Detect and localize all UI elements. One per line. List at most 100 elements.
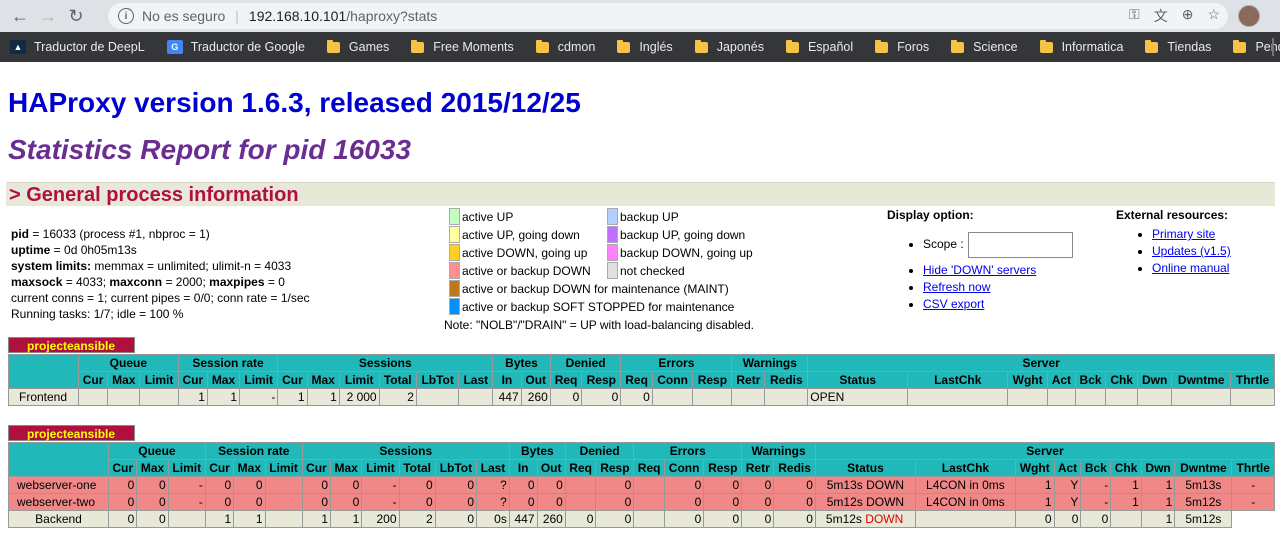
folder-icon [1145, 39, 1159, 53]
table-cell: 2 [398, 510, 436, 528]
table-cell [77, 388, 109, 406]
bookmark-folder[interactable]: Español [785, 39, 853, 54]
table-cell [139, 388, 179, 406]
folder-icon [1039, 39, 1053, 53]
primary-site-link[interactable]: Primary site [1152, 227, 1215, 241]
name-header [8, 354, 79, 389]
table-cell [564, 493, 597, 511]
back-icon[interactable]: ← [6, 2, 34, 30]
table-cell: 0 [581, 388, 622, 406]
table-cell: - [1231, 493, 1275, 511]
column-header: Conn [663, 459, 705, 477]
column-header: Bck [1080, 459, 1112, 477]
info-icon[interactable]: i [118, 8, 134, 24]
bookmark-folder[interactable]: Tiendas [1145, 39, 1211, 54]
column-header: Limit [139, 371, 179, 389]
table-cell: webserver-one [8, 476, 109, 494]
table-cell: 0 [536, 476, 566, 494]
column-header: Wght [1014, 459, 1055, 477]
bookmark-folder[interactable]: Science [951, 39, 1018, 54]
bookmark-folder[interactable]: Japonés [694, 39, 764, 54]
maxpipes-value: = 0 [264, 275, 285, 289]
tasks-info: Running tasks: 1/7; idle = 100 % [11, 307, 184, 321]
legend-swatch [607, 244, 618, 261]
table-cell: ? [476, 476, 510, 494]
table-cell: - [167, 493, 206, 511]
translate-icon[interactable]: 文 [1154, 6, 1168, 26]
backend-row[interactable]: Backend 0 0 1 1 1 1 200 2 0 0s 447 260 0 0 0 0 0 0 5m12s DO… [8, 510, 1275, 528]
table-cell [167, 510, 206, 528]
star-icon[interactable]: ☆ [1207, 6, 1220, 26]
refresh-link[interactable]: Refresh now [923, 280, 990, 294]
table-cell [1047, 388, 1076, 406]
column-header: Limit [338, 371, 380, 389]
hide-down-link[interactable]: Hide 'DOWN' servers [923, 263, 1036, 277]
table-cell: - [1231, 476, 1275, 494]
table-cell: 0 [773, 493, 816, 511]
column-header: Dwntme [1171, 371, 1232, 389]
display-title: Display option: [887, 208, 974, 222]
table-cell: 0 [136, 476, 169, 494]
legend-item: backup UP [607, 208, 679, 225]
bookmark-folder[interactable]: Games [326, 39, 390, 54]
column-header: Retr [731, 371, 766, 389]
column-header: Max [233, 459, 266, 477]
table-cell: 0 [107, 510, 138, 528]
manual-link[interactable]: Online manual [1152, 261, 1229, 275]
reload-icon[interactable]: ↻ [62, 2, 90, 30]
profile-avatar[interactable] [1238, 5, 1260, 27]
bookmark-label: Games [348, 40, 390, 54]
legend-label: active or backup DOWN for maintenance (M… [462, 281, 729, 296]
bookmark-folder[interactable]: Free Moments [411, 39, 514, 54]
bookmark-label: Traductor de Google [190, 40, 305, 54]
bookmark-label: Foros [897, 40, 930, 54]
page-subtitle: Statistics Report for pid 16033 [8, 134, 412, 165]
csv-export-link[interactable]: CSV export [923, 297, 984, 311]
bookmark-folder[interactable]: Inglés [617, 39, 673, 54]
server-row[interactable]: webserver-two 0 0-0 0 0 0-0 0? 0 0 0 0 0 0 0 5m12s DOW… [8, 493, 1275, 511]
updates-link[interactable]: Updates (v1.5) [1152, 244, 1231, 258]
name-header [8, 442, 109, 477]
section-header: > General process information [6, 182, 1275, 206]
server-row[interactable]: webserver-one 0 0-0 0 0 0-0 0? 0 0 0 0 0 0 0 5m13s DOW… [8, 476, 1275, 494]
limits-label: system limits: [11, 259, 92, 273]
table-cell [264, 493, 303, 511]
table-cell: - [239, 388, 279, 406]
bookmark-label: Pendiente(?) [1255, 40, 1280, 54]
bookmark-label: Japonés [716, 40, 764, 54]
legend-item: active UP, going down [449, 226, 580, 243]
bookmark-google-translate[interactable]: G Traductor de Google [166, 40, 305, 54]
bookmark-deepl[interactable]: ▲ Traductor de DeepL [10, 40, 145, 54]
bookmark-folder[interactable]: Informatica [1039, 39, 1123, 54]
bookmark-folder[interactable]: Foros [875, 39, 930, 54]
backend-uptime: 5m12s [825, 512, 862, 526]
table-cell [1105, 388, 1138, 406]
column-header: LbTot [434, 459, 478, 477]
column-header: Limit [239, 371, 279, 389]
folder-icon [694, 39, 708, 53]
table-cell: 0 [703, 476, 743, 494]
scope-input[interactable] [967, 232, 1073, 258]
bookmark-label: Free Moments [433, 40, 514, 54]
stats-page: HAProxy version 1.6.3, released 2015/12/… [0, 62, 1280, 542]
column-header: Max [330, 459, 363, 477]
google-translate-icon: G [166, 40, 183, 54]
address-bar[interactable]: i No es seguro | 192.168.10.101/haproxy?… [108, 3, 1228, 29]
legend-swatch [449, 208, 460, 225]
forward-icon[interactable]: → [34, 2, 62, 30]
bookmark-folder[interactable]: cdmon [535, 39, 595, 54]
table-cell: 0 [549, 388, 583, 406]
backend-proxy-name[interactable]: projecteansible [8, 425, 135, 441]
table-cell: 1 [204, 510, 235, 528]
table-cell: 0 [1014, 510, 1055, 528]
table-cell: 0 [233, 476, 266, 494]
page-title: HAProxy version 1.6.3, released 2015/12/… [8, 87, 581, 118]
group-header: Bytes [508, 442, 566, 460]
column-header: Chk [1105, 371, 1138, 389]
zoom-icon[interactable]: ⊕ [1182, 6, 1194, 26]
frontend-proxy-name[interactable]: projecteansible [8, 337, 135, 353]
column-header: Dwn [1140, 459, 1176, 477]
key-icon[interactable]: ⚿ [1129, 6, 1140, 26]
table-cell: 0 [107, 476, 138, 494]
table-cell: 0 [136, 510, 169, 528]
